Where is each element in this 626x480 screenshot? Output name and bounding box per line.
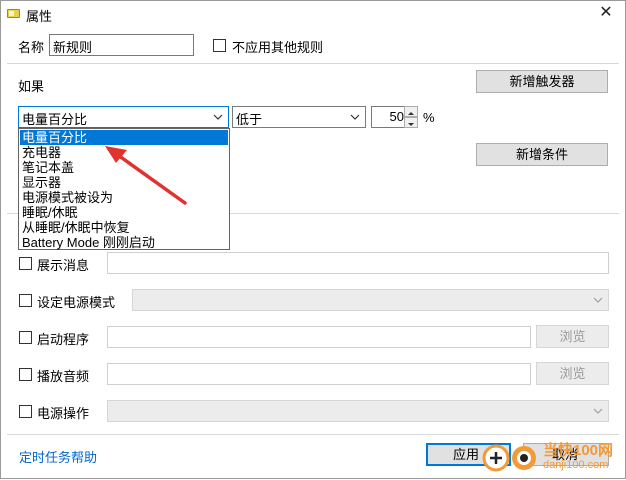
show-message-label: 展示消息 [37,258,90,273]
message-input[interactable] [107,252,609,274]
close-icon: ✕ [599,4,613,21]
operator-select-value: 低于 [236,112,263,127]
separator [7,434,619,435]
power-operation-label: 电源操作 [37,406,90,421]
title-bar: 属性 ✕ [1,1,625,27]
audio-path-input[interactable] [107,363,531,385]
trigger-select-value: 电量百分比 [22,112,88,127]
show-message-checkbox[interactable] [19,257,32,270]
browse-program-button[interactable]: 浏览 [536,325,609,348]
play-audio-checkbox[interactable] [19,368,32,381]
start-program-label: 启动程序 [37,332,90,347]
separator [7,63,619,64]
power-operation-checkbox[interactable] [19,405,32,418]
watermark-logo-icon [482,444,536,472]
power-mode-select[interactable] [132,289,609,311]
browse-audio-button[interactable]: 浏览 [536,362,609,385]
play-audio-label: 播放音频 [37,369,90,384]
add-trigger-button[interactable]: 新增触发器 [476,70,608,93]
watermark: 当快100网 danji100.com [481,436,626,480]
unit-label: % [423,110,435,125]
apply-button-label: 应用 [453,447,480,462]
name-label: 名称 [18,40,45,55]
if-label: 如果 [18,79,45,94]
stepper-down-button[interactable] [404,117,418,128]
watermark-site-name: 当快100网 [543,442,614,459]
watermark-site-url: danji100.com [543,459,609,471]
dropdown-option[interactable]: Battery Mode 刚刚启动 [20,235,228,250]
set-power-mode-label: 设定电源模式 [37,295,116,310]
no-other-rules-label: 不应用其他规则 [232,40,324,55]
app-battery-icon [7,9,20,18]
start-program-checkbox[interactable] [19,331,32,344]
properties-dialog: 属性 ✕ 名称 新规则 不应用其他规则 如果 新增触发器 电量百分比 低于 50… [0,0,626,479]
dropdown-option[interactable]: 从睡眠/休眠中恢复 [20,220,228,235]
set-power-mode-checkbox[interactable] [19,294,32,307]
chevron-down-icon [593,297,603,303]
annotation-arrow-icon [105,146,187,205]
chevron-down-icon [213,114,223,120]
rule-name-input[interactable]: 新规则 [49,34,194,56]
program-path-input[interactable] [107,326,531,348]
no-other-rules-checkbox[interactable] [213,39,226,52]
operator-select[interactable]: 低于 [232,106,366,128]
window-title: 属性 [26,9,53,24]
add-condition-button[interactable]: 新增条件 [476,143,608,166]
stepper-up-button[interactable] [404,106,418,117]
power-operation-select[interactable] [107,400,609,422]
trigger-select[interactable]: 电量百分比 [18,106,229,128]
threshold-stepper[interactable] [404,106,418,128]
task-help-link[interactable]: 定时任务帮助 [19,447,97,466]
arrow-down-icon [408,123,414,126]
chevron-down-icon [350,114,360,120]
close-button[interactable]: ✕ [593,2,619,24]
chevron-down-icon [593,408,603,414]
